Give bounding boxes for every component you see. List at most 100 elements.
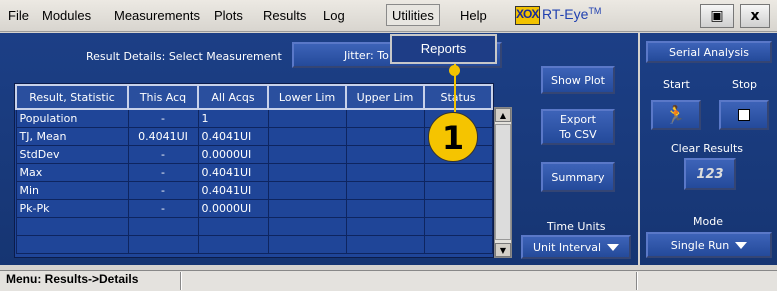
export-csv-label-1: Export (559, 113, 596, 126)
stop-label: Stop (732, 78, 758, 91)
table-scrollbar[interactable]: ▲ ▼ (494, 107, 512, 258)
callout-dot (449, 65, 460, 76)
menu-item-reports[interactable]: Reports (421, 41, 467, 56)
table-cell (267, 181, 347, 200)
table-cell (197, 235, 269, 254)
run-figure-icon: 🏃 (664, 104, 688, 126)
table-row[interactable]: Population - 1 (15, 108, 493, 128)
start-label: Start (663, 78, 690, 91)
table-cell (345, 127, 425, 146)
table-cell: TJ, Mean (15, 127, 129, 146)
table-cell (267, 199, 347, 218)
table-cell (423, 235, 493, 254)
table-cell (345, 235, 425, 254)
app-title-text: RT-Eye (542, 6, 589, 22)
table-cell: - (127, 199, 199, 218)
table-row[interactable]: StdDev - 0.0000UI (15, 145, 493, 164)
menu-results[interactable]: Results (263, 8, 306, 23)
export-csv-button[interactable]: Export To CSV (541, 109, 615, 145)
eraser-123-icon: 123 (696, 166, 724, 182)
table-cell (423, 163, 493, 182)
menu-help[interactable]: Help (460, 8, 487, 23)
close-button[interactable]: x (740, 4, 770, 28)
status-text: Menu: Results->Details (6, 272, 139, 286)
table-cell (345, 199, 425, 218)
table-cell (345, 145, 425, 164)
table-cell: - (127, 108, 199, 128)
table-row[interactable]: Max - 0.4041UI (15, 163, 493, 182)
table-cell: 0.0000UI (197, 145, 269, 164)
table-row[interactable]: TJ, Mean 0.4041UI 0.4041UI (15, 127, 493, 146)
table-cell (267, 108, 347, 128)
table-cell (345, 217, 425, 236)
table-cell: Pk-Pk (15, 199, 129, 218)
table-row[interactable] (15, 235, 493, 254)
mode-label: Mode (693, 215, 723, 228)
stop-square-icon (738, 109, 750, 121)
app-title: RT-EyeTM (542, 6, 601, 22)
menu-file[interactable]: File (8, 8, 29, 23)
table-cell: Min (15, 181, 129, 200)
table-cell (127, 235, 199, 254)
menu-plots[interactable]: Plots (214, 8, 243, 23)
show-plot-button[interactable]: Show Plot (541, 66, 615, 94)
table-cell (267, 163, 347, 182)
status-divider (180, 272, 182, 290)
results-table: Result, Statistic This Acq All Acqs Lowe… (14, 83, 494, 258)
table-row[interactable] (15, 217, 493, 236)
mode-value: Single Run (670, 238, 730, 252)
measurement-select-value: Jitter: To (344, 48, 389, 62)
table-cell (345, 163, 425, 182)
scroll-up-arrow-icon[interactable]: ▲ (495, 108, 511, 122)
table-row[interactable]: Min - 0.4041UI (15, 181, 493, 200)
table-cell (423, 217, 493, 236)
column-header[interactable]: This Acq (127, 84, 199, 110)
table-cell: 1 (197, 108, 269, 128)
chevron-down-icon (735, 241, 748, 249)
table-cell: 0.4041UI (197, 181, 269, 200)
table-row[interactable]: Pk-Pk - 0.0000UI (15, 199, 493, 218)
table-cell (197, 217, 269, 236)
app-trademark: TM (588, 6, 602, 16)
table-cell: 0.4041UI (127, 127, 199, 146)
scroll-down-arrow-icon[interactable]: ▼ (495, 243, 511, 257)
column-header[interactable]: Status (423, 84, 493, 110)
result-details-label: Result Details: Select Measurement (86, 50, 282, 63)
table-cell: Population (15, 108, 129, 128)
column-header[interactable]: All Acqs (197, 84, 269, 110)
menu-utilities[interactable]: Utilities (386, 4, 440, 26)
table-cell (15, 235, 129, 254)
table-cell (423, 199, 493, 218)
restore-button[interactable]: ▣ (700, 4, 734, 28)
table-cell (267, 235, 347, 254)
clear-results-label: Clear Results (671, 142, 743, 155)
mode-select[interactable]: Single Run (646, 232, 772, 258)
menu-log[interactable]: Log (323, 8, 345, 23)
serial-analysis-title: Serial Analysis (646, 41, 772, 63)
menu-modules[interactable]: Modules (42, 8, 91, 23)
table-cell: 0.4041UI (197, 163, 269, 182)
start-button[interactable]: 🏃 (651, 100, 701, 130)
time-units-select[interactable]: Unit Interval (521, 235, 631, 259)
clear-results-button[interactable]: 123 (684, 158, 736, 190)
scrollbar-thumb[interactable] (495, 124, 511, 240)
table-cell (267, 145, 347, 164)
table-header: Result, Statistic This Acq All Acqs Lowe… (15, 84, 493, 110)
utilities-dropdown: Reports (390, 34, 497, 64)
summary-button[interactable]: Summary (541, 162, 615, 192)
column-header[interactable]: Result, Statistic (15, 84, 129, 110)
table-cell: - (127, 163, 199, 182)
table-cell (15, 217, 129, 236)
table-cell: StdDev (15, 145, 129, 164)
column-header[interactable]: Upper Lim (345, 84, 425, 110)
chevron-down-icon (607, 243, 619, 251)
table-cell (345, 108, 425, 128)
column-header[interactable]: Lower Lim (267, 84, 347, 110)
table-cell (267, 127, 347, 146)
menu-measurements[interactable]: Measurements (114, 8, 200, 23)
export-csv-label-2: To CSV (559, 128, 597, 141)
app-logo-text: XOX (516, 7, 539, 21)
table-cell: 0.0000UI (197, 199, 269, 218)
stop-button[interactable] (719, 100, 769, 130)
step-callout: 1 (428, 112, 478, 162)
